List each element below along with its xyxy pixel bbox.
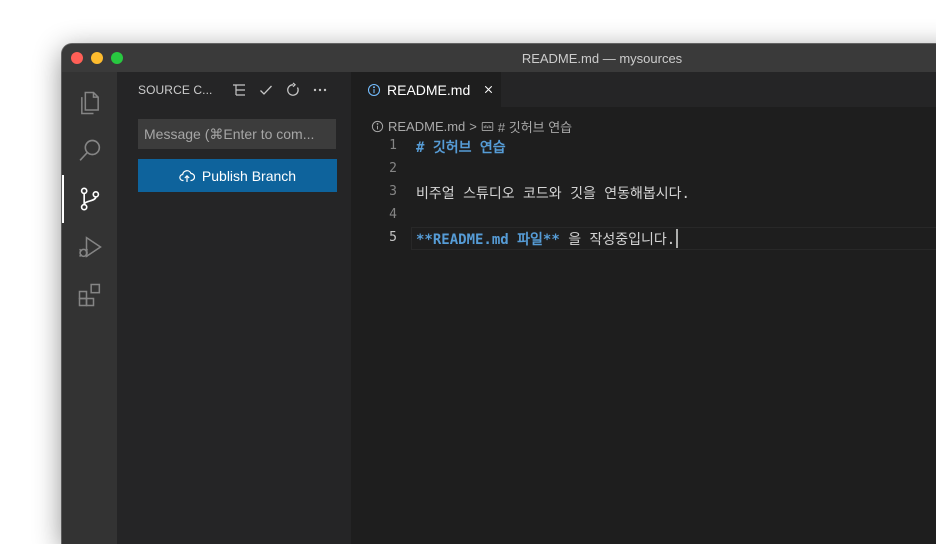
line-number: 4 bbox=[389, 207, 397, 222]
commit-button[interactable] bbox=[256, 80, 276, 100]
code-line: 3 비주얼 스튜디오 코드와 깃을 연동해봅시다. bbox=[351, 181, 936, 204]
minimize-window-button[interactable] bbox=[91, 52, 103, 64]
files-icon bbox=[80, 91, 99, 115]
more-actions-button[interactable] bbox=[310, 80, 330, 100]
line-rest: 을 작성중입니다. bbox=[559, 232, 676, 248]
refresh-button[interactable] bbox=[283, 80, 303, 100]
refresh-icon bbox=[287, 82, 299, 96]
view-as-tree-button[interactable] bbox=[229, 80, 249, 100]
text-cursor bbox=[676, 229, 679, 248]
line-text: **README.md 파일** 을 작성중입니다. bbox=[416, 229, 679, 249]
cloud-upload-icon bbox=[179, 169, 195, 182]
sidebar-actions bbox=[229, 80, 330, 100]
breadcrumb-symbol[interactable]: # 깃허브 연습 bbox=[498, 117, 572, 136]
check-icon bbox=[260, 85, 272, 95]
breadcrumb: README.md > # 깃허브 연습 bbox=[371, 117, 572, 136]
tab-label: README.md bbox=[387, 81, 471, 98]
info-icon bbox=[367, 83, 381, 97]
activity-run-debug[interactable] bbox=[62, 223, 117, 271]
zoom-window-button[interactable] bbox=[111, 52, 123, 64]
sidebar-title: SOURCE C... bbox=[138, 83, 213, 97]
breadcrumb-separator: > bbox=[469, 118, 477, 134]
editor-area: README.md README.md > # 깃허브 연습 1 # 깃허브 연… bbox=[351, 72, 936, 544]
active-indicator bbox=[62, 175, 64, 223]
tab-close-button[interactable] bbox=[482, 83, 495, 96]
activity-extensions[interactable] bbox=[62, 271, 117, 319]
symbol-string-icon bbox=[481, 120, 494, 133]
title-bar: README.md — mysources bbox=[62, 44, 936, 73]
activity-bar bbox=[62, 72, 117, 544]
publish-branch-label: Publish Branch bbox=[201, 167, 297, 184]
breadcrumb-file[interactable]: README.md bbox=[388, 119, 465, 134]
close-window-button[interactable] bbox=[71, 52, 83, 64]
line-number: 1 bbox=[389, 138, 397, 153]
activity-search[interactable] bbox=[62, 127, 117, 175]
vscode-window: README.md — mysources SOURCE C... Messag… bbox=[62, 44, 936, 544]
run-debug-icon bbox=[78, 236, 102, 258]
line-text: 비주얼 스튜디오 코드와 깃을 연동해봅시다. bbox=[416, 186, 690, 202]
breadcrumb-info-icon bbox=[371, 120, 384, 133]
close-icon bbox=[485, 85, 493, 94]
source-control-icon bbox=[80, 187, 99, 211]
window-title: README.md — mysources bbox=[521, 51, 683, 66]
activity-source-control[interactable] bbox=[62, 175, 117, 223]
publish-branch-button[interactable]: Publish Branch bbox=[138, 159, 337, 192]
editor-tabs: README.md bbox=[351, 72, 936, 107]
code-line: 4 bbox=[351, 204, 936, 227]
tab-readme[interactable]: README.md bbox=[351, 72, 501, 107]
code-line: 2 bbox=[351, 158, 936, 181]
sidebar-header: SOURCE C... bbox=[117, 72, 351, 107]
line-number: 3 bbox=[389, 184, 397, 199]
source-control-sidebar: SOURCE C... Message (⌘Enter to com... Pu… bbox=[117, 72, 351, 544]
search-icon bbox=[78, 139, 100, 161]
tree-view-icon bbox=[233, 84, 245, 96]
commit-message-input[interactable] bbox=[138, 119, 336, 149]
line-number: 2 bbox=[389, 161, 397, 176]
bold-markup: **README.md 파일** bbox=[416, 232, 560, 248]
code-line: 1 # 깃허브 연습 bbox=[351, 135, 936, 158]
code-line-current: 5 **README.md 파일** 을 작성중입니다. bbox=[351, 227, 936, 250]
extensions-icon bbox=[78, 283, 100, 307]
line-number: 5 bbox=[389, 230, 397, 245]
line-text: # 깃허브 연습 bbox=[416, 140, 506, 156]
more-icon bbox=[313, 88, 327, 92]
activity-explorer[interactable] bbox=[62, 79, 117, 127]
